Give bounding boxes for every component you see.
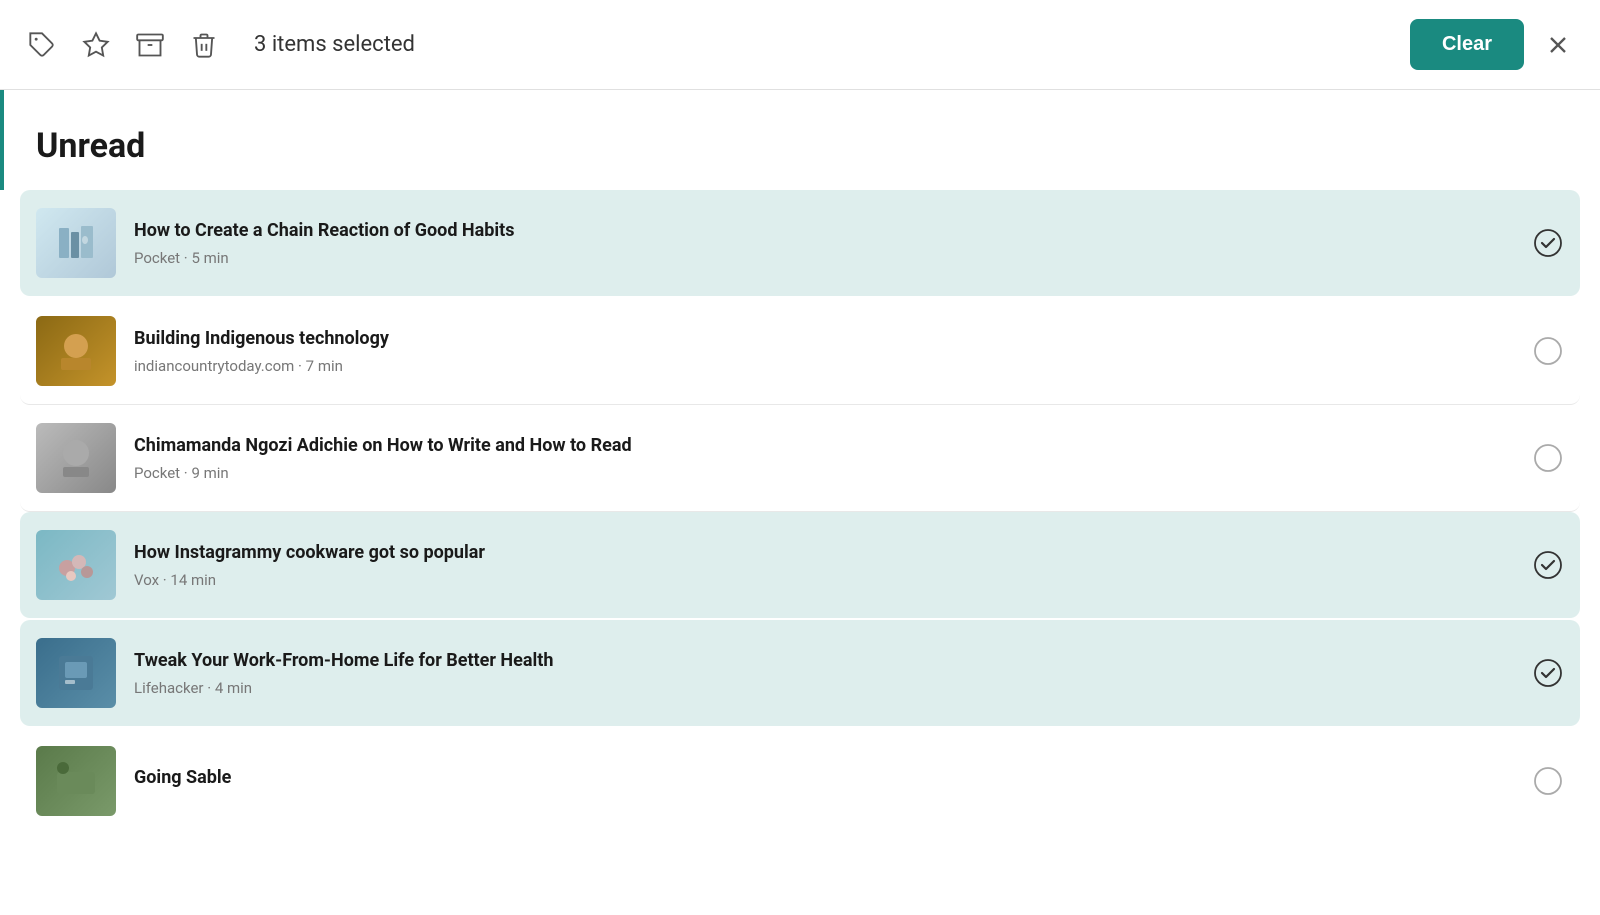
article-meta: Pocket · 5 min [134, 249, 1514, 267]
article-select-checkbox[interactable] [1532, 227, 1564, 259]
article-meta: Lifehacker · 4 min [134, 679, 1514, 697]
toolbar: 3 items selected Clear [0, 0, 1600, 90]
article-thumbnail [36, 423, 116, 493]
article-title: How to Create a Chain Reaction of Good H… [134, 219, 1514, 243]
trash-icon[interactable] [186, 27, 222, 63]
article-content: How Instagrammy cookware got so popular V… [134, 541, 1514, 588]
article-title: Building Indigenous technology [134, 327, 1514, 351]
article-select-checkbox[interactable] [1532, 335, 1564, 367]
article-title: Tweak Your Work-From-Home Life for Bette… [134, 649, 1514, 673]
article-item[interactable]: Chimamanda Ngozi Adichie on How to Write… [20, 405, 1580, 512]
article-meta: indiancountrytoday.com · 7 min [134, 357, 1514, 375]
article-item[interactable]: How to Create a Chain Reaction of Good H… [20, 190, 1580, 296]
article-select-checkbox[interactable] [1532, 657, 1564, 689]
article-content: How to Create a Chain Reaction of Good H… [134, 219, 1514, 266]
selected-count-label: 3 items selected [254, 32, 415, 57]
article-select-checkbox[interactable] [1532, 765, 1564, 797]
star-icon[interactable] [78, 27, 114, 63]
article-title: How Instagrammy cookware got so popular [134, 541, 1514, 565]
article-content: Building Indigenous technology indiancoun… [134, 327, 1514, 374]
article-content: Tweak Your Work-From-Home Life for Bette… [134, 649, 1514, 696]
article-item[interactable]: Going Sable [20, 728, 1580, 834]
toolbar-action-icons [24, 27, 222, 63]
tag-icon[interactable] [24, 27, 60, 63]
clear-button[interactable]: Clear [1410, 19, 1524, 70]
article-thumbnail [36, 530, 116, 600]
article-thumbnail [36, 746, 116, 816]
article-item[interactable]: Building Indigenous technology indiancoun… [20, 298, 1580, 405]
article-item[interactable]: How Instagrammy cookware got so popular V… [20, 512, 1580, 618]
article-item[interactable]: Tweak Your Work-From-Home Life for Bette… [20, 620, 1580, 726]
article-title: Chimamanda Ngozi Adichie on How to Write… [134, 434, 1514, 458]
article-select-checkbox[interactable] [1532, 442, 1564, 474]
article-title: Going Sable [134, 766, 1514, 790]
article-list: How to Create a Chain Reaction of Good H… [0, 190, 1600, 834]
article-content: Going Sable [134, 766, 1514, 795]
section-heading: Unread [0, 90, 1600, 190]
close-button[interactable] [1540, 27, 1576, 63]
toolbar-right-actions: Clear [1410, 19, 1576, 70]
article-meta: Vox · 14 min [134, 571, 1514, 589]
article-meta: Pocket · 9 min [134, 464, 1514, 482]
article-thumbnail [36, 638, 116, 708]
article-thumbnail [36, 316, 116, 386]
article-thumbnail [36, 208, 116, 278]
article-select-checkbox[interactable] [1532, 549, 1564, 581]
article-content: Chimamanda Ngozi Adichie on How to Write… [134, 434, 1514, 481]
archive-icon[interactable] [132, 27, 168, 63]
